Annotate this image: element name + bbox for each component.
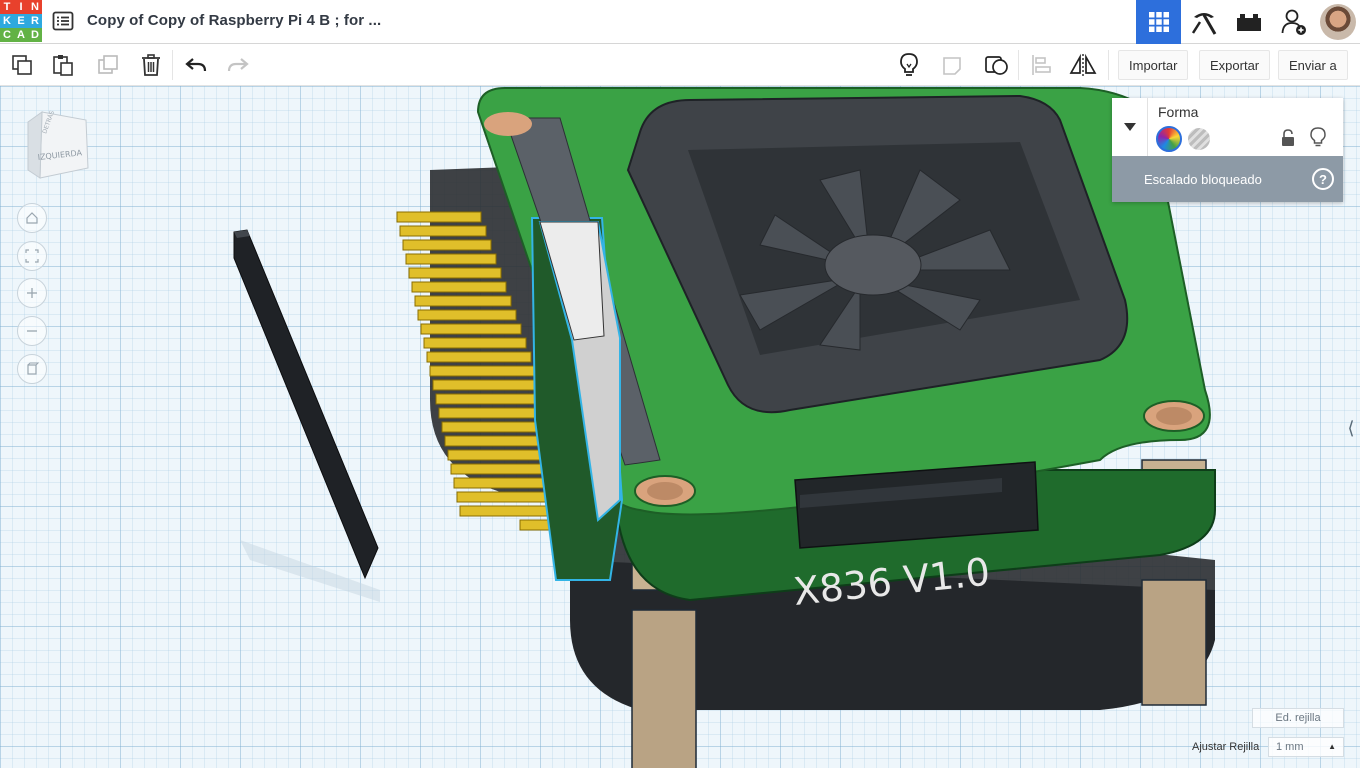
tinkercad-logo[interactable]: T I N K E R C A D xyxy=(0,0,42,42)
shape-panel: Forma Escalado bloqueado ? xyxy=(1112,98,1343,202)
zoom-in-icon[interactable] xyxy=(17,278,47,308)
add-user-icon[interactable] xyxy=(1271,0,1316,44)
toolbar-divider xyxy=(172,50,173,80)
solid-color-swatch[interactable] xyxy=(1156,126,1182,152)
help-icon[interactable]: ? xyxy=(1312,168,1334,190)
align-icon[interactable] xyxy=(1025,50,1057,80)
collapse-panel-icon[interactable] xyxy=(1112,98,1148,156)
shape-panel-title: Forma xyxy=(1158,104,1199,120)
snap-grid-select[interactable]: 1 mm ▲ xyxy=(1268,737,1344,757)
edit-grid-button[interactable]: Ed. rejilla xyxy=(1252,708,1344,728)
import-button[interactable]: Importar xyxy=(1118,50,1189,80)
logo-letter: T xyxy=(0,0,14,14)
toolbar-divider xyxy=(1108,50,1109,80)
toolbar-divider xyxy=(1018,50,1019,80)
mirror-icon[interactable] xyxy=(1067,50,1099,80)
undo-icon[interactable] xyxy=(180,50,212,80)
lightbulb-icon[interactable] xyxy=(893,50,925,80)
copy-icon[interactable] xyxy=(6,50,38,80)
perspective-icon[interactable] xyxy=(17,354,47,384)
logo-letter: D xyxy=(28,28,42,42)
view-cube[interactable]: IZQUIERDA DETRÁS xyxy=(26,108,94,188)
snap-grid-value: 1 mm xyxy=(1276,741,1304,753)
home-view-icon[interactable] xyxy=(17,203,47,233)
logo-letter: R xyxy=(28,14,42,28)
redo-icon[interactable] xyxy=(222,50,254,80)
user-avatar[interactable] xyxy=(1316,0,1360,44)
lock-icon[interactable] xyxy=(1278,128,1298,148)
caret-up-icon: ▲ xyxy=(1328,742,1336,751)
zoom-out-icon[interactable] xyxy=(17,316,47,346)
hole-swatch[interactable] xyxy=(1188,128,1210,150)
logo-letter: E xyxy=(14,14,28,28)
scaling-locked-banner: Escalado bloqueado ? xyxy=(1112,156,1343,202)
group-icon[interactable] xyxy=(937,50,969,80)
avatar-photo xyxy=(1320,4,1356,40)
scaling-locked-text: Escalado bloqueado xyxy=(1144,171,1262,187)
send-to-button[interactable]: Enviar a xyxy=(1278,50,1348,80)
fit-view-icon[interactable] xyxy=(17,241,47,271)
top-right-toolbar xyxy=(1136,0,1360,44)
top-bar: T I N K E R C A D Copy of Copy of Raspbe… xyxy=(0,0,1360,44)
logo-letter: C xyxy=(0,28,14,42)
visibility-bulb-icon[interactable] xyxy=(1308,126,1328,148)
bricks-icon[interactable] xyxy=(1226,0,1271,44)
duplicate-icon[interactable] xyxy=(92,50,124,80)
3d-view-grid-icon[interactable] xyxy=(1136,0,1181,44)
export-button[interactable]: Exportar xyxy=(1199,50,1271,80)
edit-toolbar: Importar Exportar Enviar a xyxy=(0,44,1360,86)
ungroup-icon[interactable] xyxy=(981,50,1013,80)
snap-grid-label: Ajustar Rejilla xyxy=(1192,741,1260,753)
design-title[interactable]: Copy of Copy of Raspberry Pi 4 B ; for .… xyxy=(87,12,381,29)
logo-letter: I xyxy=(14,0,28,14)
panel-expand-icon[interactable]: ⟨ xyxy=(1344,413,1358,443)
logo-letter: K xyxy=(0,14,14,28)
logo-letter: N xyxy=(28,0,42,14)
design-list-icon[interactable] xyxy=(52,10,74,32)
delete-icon[interactable] xyxy=(135,50,167,80)
paste-icon[interactable] xyxy=(47,50,79,80)
pickaxe-icon[interactable] xyxy=(1181,0,1226,44)
logo-letter: A xyxy=(14,28,28,42)
